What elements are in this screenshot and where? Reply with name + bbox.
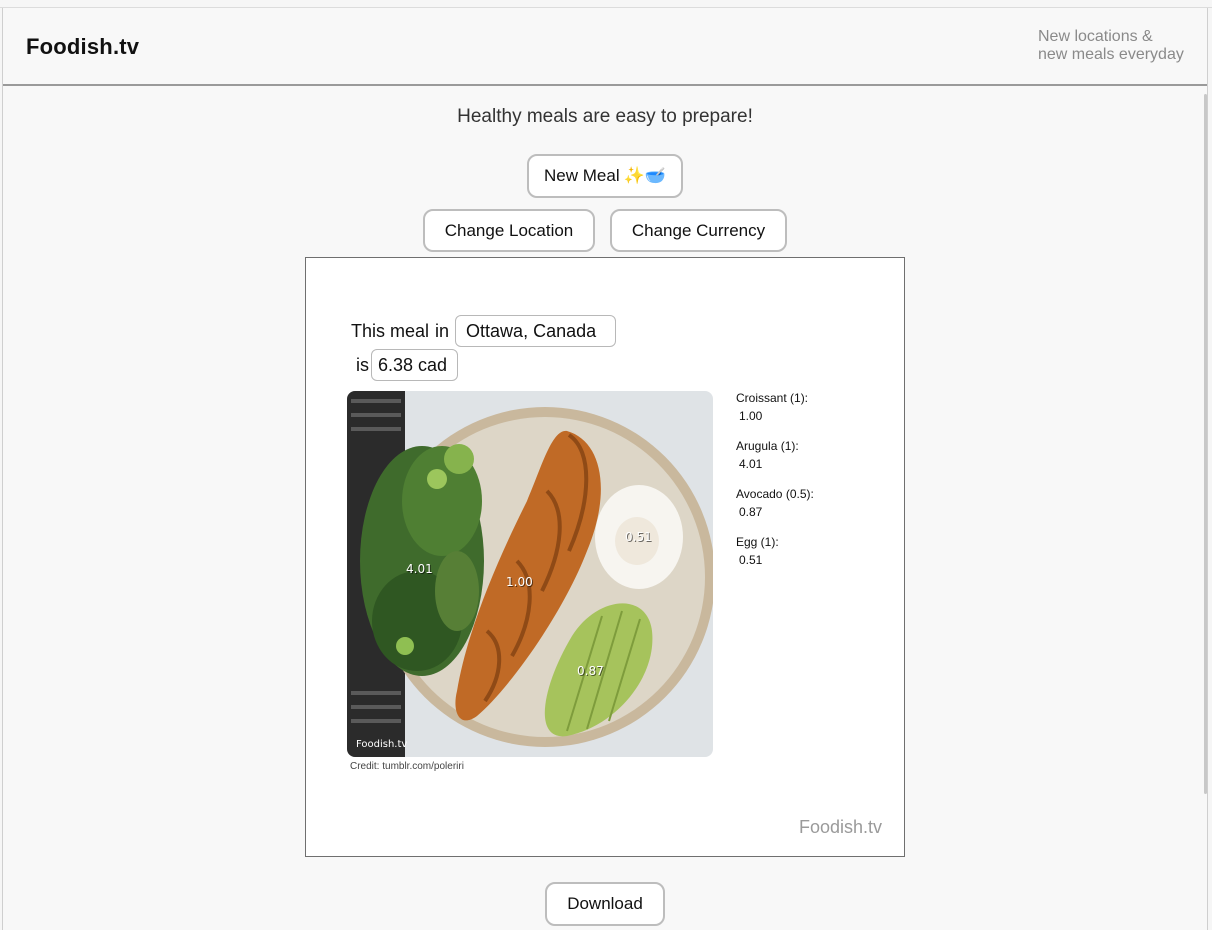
change-currency-button[interactable]: Change Currency xyxy=(610,209,787,252)
breakdown-item-name: Arugula (1): xyxy=(736,439,799,453)
meal-location-line: This meal in Ottawa, Canada xyxy=(351,315,617,347)
price-label-arugula: 4.01 xyxy=(406,562,433,576)
breakdown-item-name: Croissant (1): xyxy=(736,391,809,405)
price-value: 6.38 cad xyxy=(371,349,458,381)
price-label-avocado: 0.87 xyxy=(577,664,604,678)
breakdown-item-value: 0.87 xyxy=(739,505,763,519)
card-watermark: Foodish.tv xyxy=(798,817,882,837)
app-frame: Foodish.tv New locations & new meals eve… xyxy=(2,8,1208,930)
breakdown-item-value: 4.01 xyxy=(739,457,763,471)
meal-illustration: 4.01 4.01 1.00 1.00 0.51 0.51 0.87 0.87 … xyxy=(347,391,713,757)
this-meal-text: This meal xyxy=(351,320,430,341)
breakdown-item: Arugula (1): 4.01 xyxy=(736,437,886,473)
meal-price-line: is 6.38 cad xyxy=(356,349,458,381)
breakdown-item: Egg (1): 0.51 xyxy=(736,533,886,569)
breakdown-item-name: Avocado (0.5): xyxy=(736,487,814,501)
in-text: in xyxy=(435,320,450,341)
download-button[interactable]: Download xyxy=(545,882,665,926)
site-header: Foodish.tv New locations & new meals eve… xyxy=(3,8,1207,86)
breakdown-item-value: 0.51 xyxy=(739,553,763,567)
breakdown-item: Croissant (1): 1.00 xyxy=(736,389,886,425)
tagline-line-2: new meals everyday xyxy=(1038,46,1184,63)
change-location-button[interactable]: Change Location xyxy=(423,209,595,252)
is-text: is xyxy=(356,354,369,375)
meal-photo: 4.01 4.01 1.00 1.00 0.51 0.51 0.87 0.87 … xyxy=(347,391,713,757)
meal-card: This meal in Ottawa, Canada is 6.38 cad xyxy=(305,257,905,857)
location-value: Ottawa, Canada xyxy=(455,315,617,347)
price-label-croissant: 1.00 xyxy=(506,575,533,589)
tagline: New locations & new meals everyday xyxy=(1038,28,1198,64)
scrollbar[interactable] xyxy=(1204,94,1207,794)
browser-top-strip xyxy=(0,0,1212,8)
new-meal-button[interactable]: New Meal ✨🥣 xyxy=(527,154,683,198)
sparkles-bowl-icon: ✨🥣 xyxy=(623,166,666,185)
price-label-egg: 0.51 xyxy=(625,530,652,544)
breakdown-item: Avocado (0.5): 0.87 xyxy=(736,485,886,521)
breakdown-item-name: Egg (1): xyxy=(736,535,779,549)
tagline-line-1: New locations & xyxy=(1038,28,1153,45)
page-subtitle: Healthy meals are easy to prepare! xyxy=(457,106,753,127)
photo-credit: Credit: tumblr.com/poleriri xyxy=(350,761,464,772)
price-breakdown: Croissant (1): 1.00 Arugula (1): 4.01 Av… xyxy=(736,389,886,581)
brand-logo[interactable]: Foodish.tv xyxy=(26,34,139,60)
breakdown-item-value: 1.00 xyxy=(739,409,763,423)
new-meal-label: New Meal xyxy=(544,166,620,185)
photo-watermark: Foodish.tv xyxy=(356,739,407,750)
